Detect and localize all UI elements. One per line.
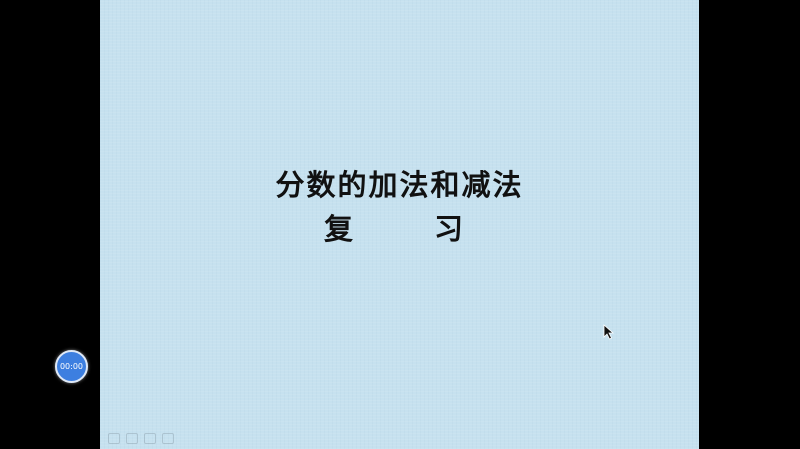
pen-icon[interactable] xyxy=(162,433,174,444)
mouse-pointer-icon xyxy=(603,324,615,340)
prev-slide-icon[interactable] xyxy=(108,433,120,444)
next-slide-icon[interactable] xyxy=(126,433,138,444)
presentation-slide: 分数的加法和减法 复 习 xyxy=(100,0,699,449)
menu-icon[interactable] xyxy=(144,433,156,444)
subtitle-char-right: 习 xyxy=(434,212,464,246)
slide-subtitle: 复 习 xyxy=(100,206,699,246)
subtitle-char-left: 复 xyxy=(324,212,354,246)
recording-timer-button[interactable]: 00:00 xyxy=(55,350,88,383)
slide-title: 分数的加法和减法 xyxy=(275,168,524,202)
slide-controls xyxy=(108,433,174,445)
